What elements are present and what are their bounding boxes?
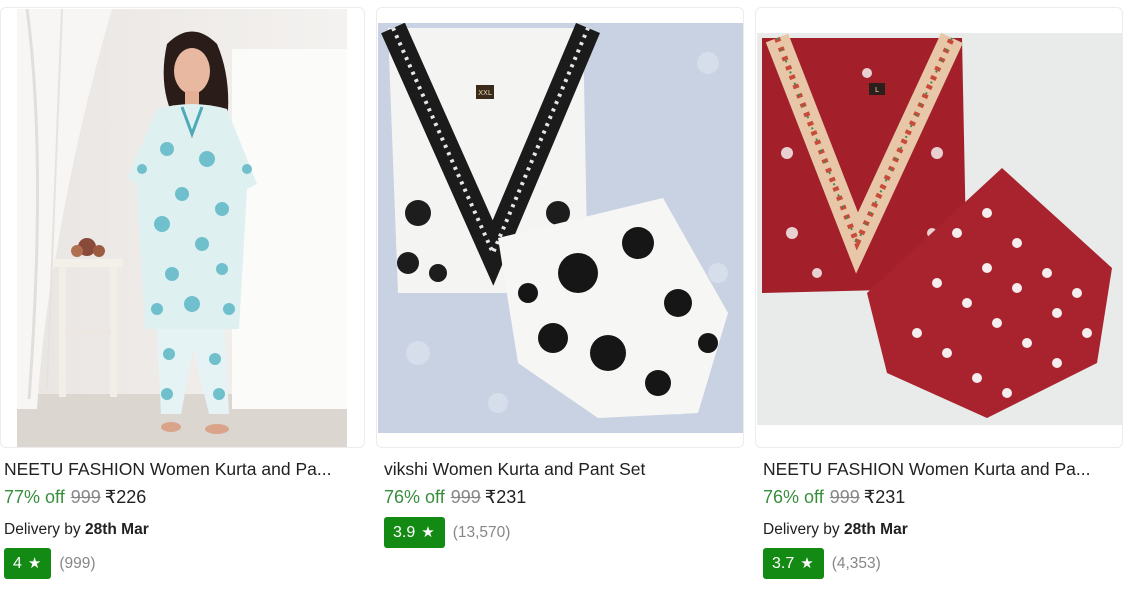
rating-count: (4,353)	[831, 554, 881, 572]
selling-price: ₹231	[484, 487, 527, 507]
price-row: 76% off 999 ₹231	[384, 486, 526, 508]
product-grid: NEETU FASHION Women Kurta and Pa... 77% …	[0, 0, 1132, 589]
product-image-frame[interactable]	[0, 7, 365, 448]
star-icon: ★	[421, 524, 435, 541]
star-icon: ★	[27, 555, 42, 572]
product-title[interactable]: NEETU FASHION Women Kurta and Pa...	[763, 458, 1121, 480]
rating-badge: 3.7 ★	[763, 548, 824, 579]
delivery-info: Delivery by 28th Mar	[763, 520, 908, 540]
discount-percent: 77% off	[4, 487, 65, 507]
original-price: 999	[829, 487, 860, 507]
rating-value: 3.9	[393, 523, 416, 541]
product-image-frame[interactable]: XXL	[376, 7, 744, 448]
product-image-frame[interactable]: L	[755, 7, 1123, 448]
product-title[interactable]: vikshi Women Kurta and Pant Set	[384, 458, 742, 480]
selling-price: ₹231	[863, 487, 906, 507]
discount-percent: 76% off	[384, 487, 445, 507]
original-price: 999	[70, 487, 101, 507]
original-price: 999	[450, 487, 481, 507]
delivery-prefix: Delivery by	[4, 521, 81, 538]
rating-badge: 3.9 ★	[384, 517, 445, 548]
size-tag: XXL	[478, 89, 492, 97]
rating-value: 4	[13, 554, 22, 572]
product-card[interactable]: L NEETU FASHION Women Kurta and Pa... 76…	[755, 0, 1123, 589]
delivery-prefix: Delivery by	[763, 521, 840, 538]
selling-price: ₹226	[104, 487, 147, 507]
rating-count: (13,570)	[452, 523, 511, 541]
delivery-date: 28th Mar	[843, 521, 908, 538]
product-title[interactable]: NEETU FASHION Women Kurta and Pa...	[4, 458, 362, 480]
discount-percent: 76% off	[763, 487, 824, 507]
size-tag: L	[875, 86, 879, 94]
product-image[interactable]	[17, 9, 347, 447]
rating-count: (999)	[59, 554, 96, 572]
product-image[interactable]: XXL	[378, 23, 743, 433]
star-icon: ★	[800, 555, 814, 572]
rating-row: 4 ★ (999)	[4, 548, 96, 579]
rating-value: 3.7	[772, 554, 795, 572]
delivery-date: 28th Mar	[84, 521, 149, 538]
product-card[interactable]: XXL vikshi Women Kurta and Pant Set 76% …	[376, 0, 744, 589]
delivery-info: Delivery by 28th Mar	[4, 520, 149, 540]
product-card[interactable]: NEETU FASHION Women Kurta and Pa... 77% …	[0, 0, 368, 589]
rating-badge: 4 ★	[4, 548, 52, 579]
rating-row: 3.7 ★ (4,353)	[763, 548, 881, 579]
product-image[interactable]: L	[757, 33, 1122, 425]
rating-row: 3.9 ★ (13,570)	[384, 517, 510, 548]
price-row: 77% off 999 ₹226	[4, 486, 146, 508]
price-row: 76% off 999 ₹231	[763, 486, 905, 508]
